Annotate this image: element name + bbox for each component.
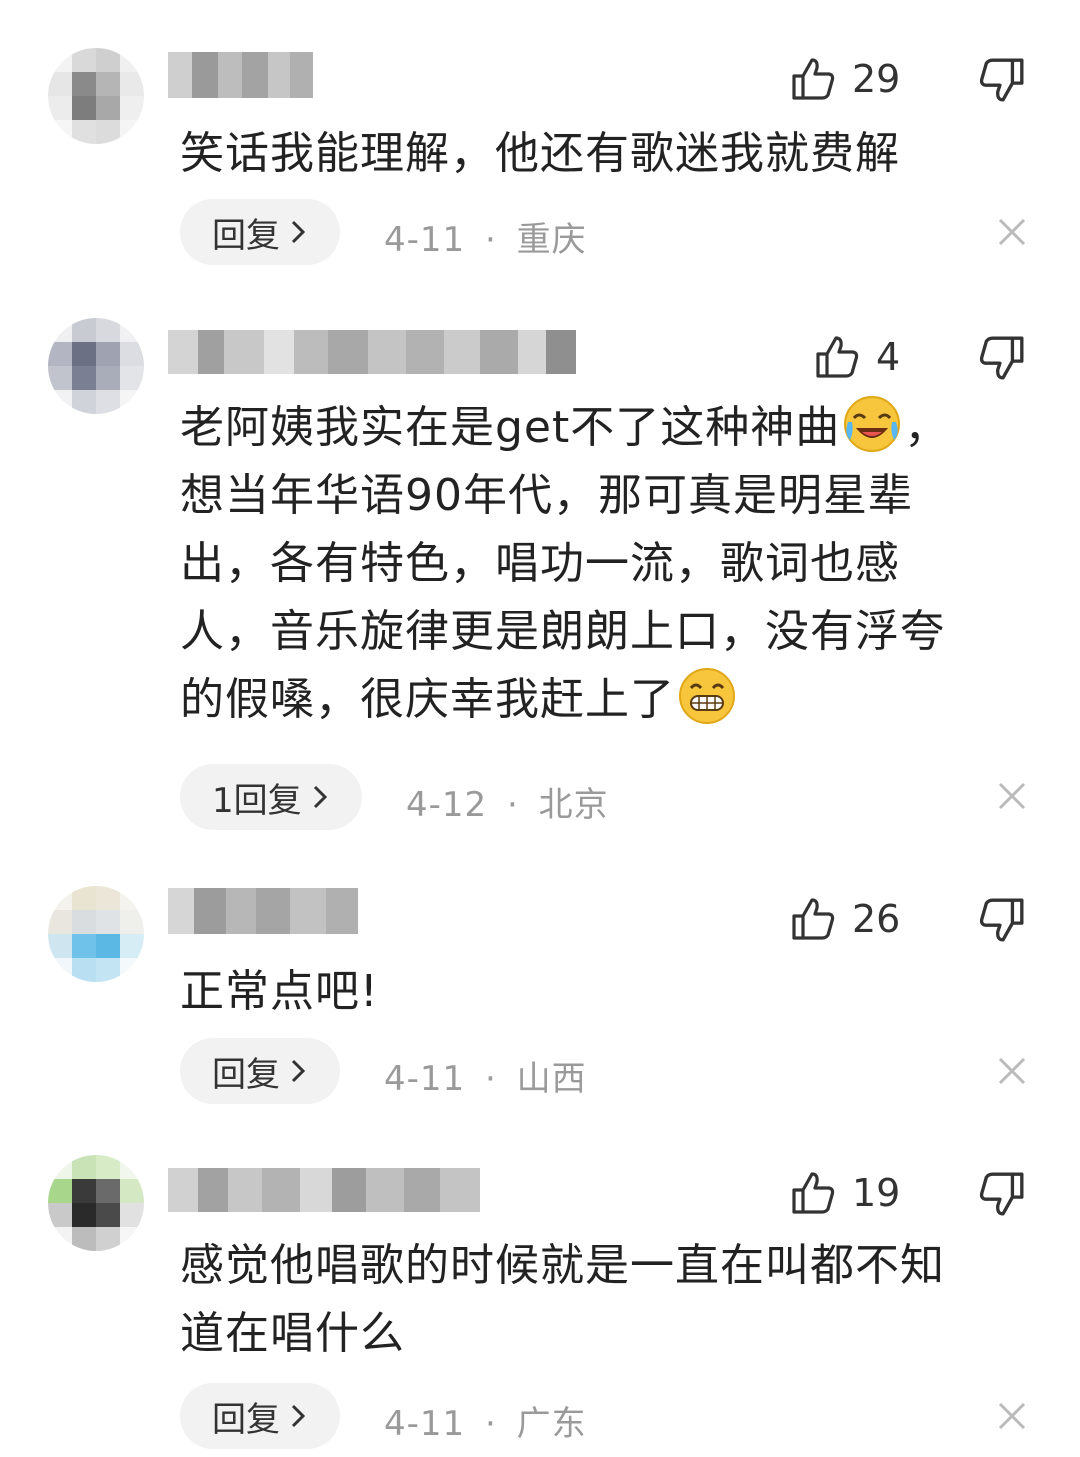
close-icon[interactable]	[996, 780, 1028, 812]
username-blurred[interactable]	[168, 888, 358, 934]
comment-text: 正常点吧!	[180, 958, 1010, 1026]
like-count: 29	[852, 57, 901, 101]
thumbs-down-icon[interactable]	[978, 56, 1026, 104]
username-blurred[interactable]	[168, 1168, 480, 1212]
meta-separator: ·	[484, 220, 497, 260]
comment-location: 北京	[538, 785, 609, 825]
comment-date: 4-11	[384, 1404, 466, 1444]
comment-meta: 4-11 · 重庆	[384, 212, 587, 261]
like-button[interactable]: 4	[814, 334, 900, 380]
like-count: 26	[852, 897, 901, 941]
comment-date: 4-12	[406, 785, 488, 825]
thumbs-up-icon	[792, 898, 835, 940]
chevron-right-icon	[313, 785, 327, 809]
comment-meta: 4-11 · 广东	[384, 1396, 587, 1445]
username-blurred[interactable]	[168, 52, 313, 98]
like-button[interactable]: 19	[790, 1170, 900, 1216]
comment-date: 4-11	[384, 220, 466, 260]
like-button[interactable]: 26	[790, 896, 900, 942]
like-count: 4	[876, 335, 901, 379]
reply-button[interactable]: 回复	[180, 1383, 340, 1449]
comment-line: 正常点吧!	[180, 966, 379, 1017]
comment-text: 老阿姨我实在是get不了这种神曲， 想当年华语90年代，那可真是明星辈 出，各有…	[180, 394, 1010, 734]
comment-text: 笑话我能理解，他还有歌迷我就费解	[180, 120, 1010, 188]
comment-location: 重庆	[516, 220, 587, 260]
chevron-right-icon	[291, 220, 306, 244]
meta-separator: ·	[484, 1404, 497, 1444]
comment-line: 道在唱什么	[180, 1308, 405, 1359]
close-icon[interactable]	[996, 1055, 1028, 1087]
comment-line: 老阿姨我实在是get不了这种神曲，	[180, 394, 1010, 462]
comment-meta: 4-12 · 北京	[406, 777, 609, 826]
reply-label: 回复	[212, 1399, 280, 1440]
avatar[interactable]	[48, 318, 144, 414]
comment-line: 人，音乐旋律更是朗朗上口，没有浮夸	[180, 606, 945, 657]
like-count: 19	[852, 1171, 901, 1215]
comment-text: 感觉他唱歌的时候就是一直在叫都不知 道在唱什么	[180, 1232, 1010, 1368]
thumbs-up-icon	[816, 336, 859, 378]
reply-label: 1回复	[212, 780, 302, 821]
comment-line: 的假嗓，很庆幸我赶上了	[180, 666, 1010, 734]
thumbs-down-icon[interactable]	[978, 1170, 1026, 1218]
reply-button[interactable]: 回复	[180, 199, 340, 265]
comment-line: 笑话我能理解，他还有歌迷我就费解	[180, 128, 900, 179]
meta-separator: ·	[506, 785, 519, 825]
comment-location: 广东	[516, 1404, 587, 1444]
grinning-emoji	[679, 668, 735, 724]
reply-button[interactable]: 1回复	[180, 764, 362, 830]
comment-line: 想当年华语90年代，那可真是明星辈	[180, 470, 913, 521]
comment-meta: 4-11 · 山西	[384, 1051, 587, 1100]
reply-button[interactable]: 回复	[180, 1038, 340, 1104]
comment-location: 山西	[516, 1059, 587, 1099]
reply-label: 回复	[212, 1054, 280, 1095]
meta-separator: ·	[484, 1059, 497, 1099]
reply-label: 回复	[212, 215, 280, 256]
chevron-right-icon	[291, 1059, 306, 1083]
thumbs-down-icon[interactable]	[978, 334, 1026, 382]
comment-line: 出，各有特色，唱功一流，歌词也感	[180, 538, 900, 589]
avatar[interactable]	[48, 48, 144, 144]
close-icon[interactable]	[996, 1400, 1028, 1432]
username-blurred[interactable]	[168, 330, 576, 374]
thumbs-up-icon	[792, 58, 835, 100]
like-button[interactable]: 29	[790, 56, 900, 102]
avatar[interactable]	[48, 886, 144, 982]
comment-date: 4-11	[384, 1059, 466, 1099]
thumbs-up-icon	[792, 1172, 835, 1214]
rolling-laughing-emoji	[844, 396, 901, 452]
chevron-right-icon	[291, 1404, 306, 1428]
close-icon[interactable]	[996, 216, 1028, 248]
comment-line: 感觉他唱歌的时候就是一直在叫都不知	[180, 1240, 945, 1291]
avatar[interactable]	[48, 1155, 144, 1251]
thumbs-down-icon[interactable]	[978, 896, 1026, 944]
